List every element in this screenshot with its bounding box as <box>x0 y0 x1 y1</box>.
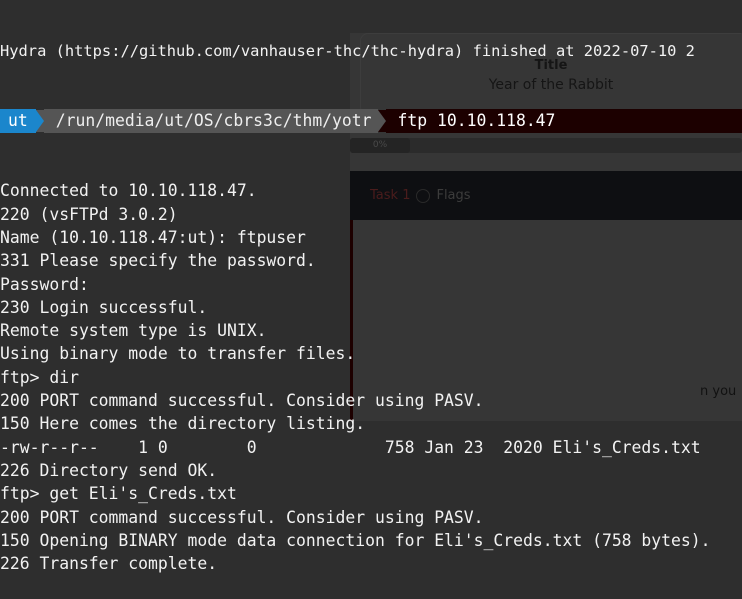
terminal-lines: Connected to 10.10.118.47. 220 (vsFTPd 3.… <box>0 179 742 575</box>
terminal-line: 150 Here comes the directory listing. <box>0 414 366 434</box>
terminal-line: Connected to 10.10.118.47. <box>0 181 257 201</box>
terminal-line: 331 Please specify the password. <box>0 251 316 271</box>
terminal-line: Remote system type is UNIX. <box>0 321 267 341</box>
terminal-line: Password: <box>0 274 89 294</box>
prompt-command: ftp 10.10.118.47 <box>385 109 742 133</box>
prompt-arrow-icon <box>35 110 44 133</box>
terminal-line: ftp> dir <box>0 367 79 387</box>
prompt-arrow-icon <box>377 110 386 133</box>
terminal-line: 200 PORT command successful. Consider us… <box>0 507 484 527</box>
terminal-line: 220 (vsFTPd 3.0.2) <box>0 204 178 224</box>
terminal-line: 226 Transfer complete. <box>0 554 218 574</box>
terminal-line: Hydra (https://github.com/vanhauser-thc/… <box>0 41 695 60</box>
terminal-line: 230 Login successful. <box>0 297 208 317</box>
terminal-line: Using binary mode to transfer files. <box>0 344 356 364</box>
terminal-line: 200 PORT command successful. Consider us… <box>0 391 484 411</box>
terminal-line: 150 Opening BINARY mode data connection … <box>0 530 711 550</box>
terminal-line: 226 Directory send OK. <box>0 460 218 480</box>
terminal-line: ftp> get Eli's_Creds.txt <box>0 484 237 504</box>
terminal-output[interactable]: Hydra (https://github.com/vanhauser-thc/… <box>0 0 742 599</box>
terminal-line: Name (10.10.118.47:ut): ftpuser <box>0 227 306 247</box>
shell-prompt: ut/run/media/ut/OS/cbrs3c/thm/yotr ftp 10… <box>0 109 742 133</box>
terminal-line: -rw-r--r-- 1 0 0 758 Jan 23 2020 Eli's_C… <box>0 437 701 457</box>
prompt-user: ut <box>0 109 36 133</box>
prompt-path: /run/media/ut/OS/cbrs3c/thm/yotr <box>43 109 378 133</box>
